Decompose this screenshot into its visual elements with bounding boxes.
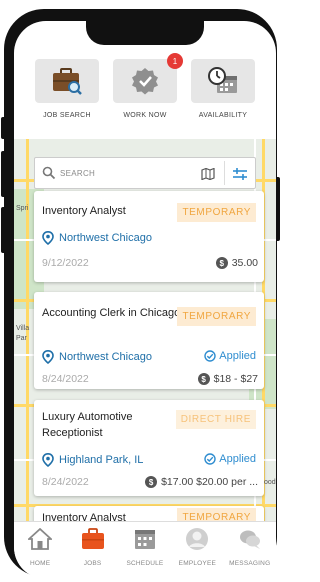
location-pin-icon [42,453,54,467]
nav-jobs[interactable]: JOBS [68,526,118,579]
job-title: Accounting Clerk in Chicago [42,307,181,319]
app-screen: JOB SEARCH 1 WORK NOW AVAILABILITY Spri … [14,21,276,579]
nav-jobs-label: JOBS [83,560,102,567]
job-type-tag: TEMPORARY [177,307,256,326]
bottom-nav: HOME JOBS SCHEDULE EMPLOYEE MESSAGING [14,521,276,579]
location-text: Northwest Chicago [59,351,152,363]
job-pay: $ 35.00 [215,257,258,269]
map-icon[interactable] [201,168,215,180]
location-text: Highland Park, IL [59,454,144,466]
home-icon [28,528,53,550]
pay-text: $17.00 $20.00 per ... [161,476,258,488]
dollar-icon: $ [215,257,228,269]
job-type-tag: TEMPORARY [177,203,256,222]
job-search-label: JOB SEARCH [43,112,91,119]
nav-schedule-label: SCHEDULE [126,560,164,567]
map-label: Spri [16,205,29,212]
work-now-label: WORK NOW [123,112,167,119]
job-card[interactable]: Inventory Analyst TEMPORARY Northwest Ch… [34,191,264,282]
map-label: Par [16,335,27,342]
nav-messaging-label: MESSAGING [229,560,271,567]
location-pin-icon [42,350,54,364]
search-input[interactable]: SEARCH [60,169,95,178]
dollar-icon: $ [145,476,158,488]
clock-calendar-icon [208,67,237,93]
job-location[interactable]: Northwest Chicago [42,350,152,364]
nav-schedule[interactable]: SCHEDULE [120,526,170,579]
phone-side-button [1,207,6,253]
dollar-icon: $ [197,373,210,385]
nav-employee-label: EMPLOYEE [178,560,217,567]
job-search-action[interactable]: JOB SEARCH [34,59,100,137]
location-pin-icon [42,231,54,245]
nav-messaging[interactable]: MESSAGING [225,526,275,579]
search-icon [42,166,56,180]
nav-home[interactable]: HOME [15,526,65,579]
applied-text: Applied [219,350,256,362]
user-avatar-icon [186,528,209,550]
search-bar[interactable]: SEARCH [34,157,256,189]
job-pay: $ $18 - $27 [197,373,258,385]
map-label: ood [264,479,276,486]
job-date: 9/12/2022 [42,257,89,269]
chat-bubbles-icon [239,530,260,549]
quick-actions: JOB SEARCH 1 WORK NOW AVAILABILITY [14,53,276,137]
availability-label: AVAILABILITY [198,112,248,119]
phone-frame: JOB SEARCH 1 WORK NOW AVAILABILITY Spri … [1,9,280,579]
availability-tile[interactable] [191,59,255,103]
job-date: 8/24/2022 [42,373,89,385]
job-title: Inventory Analyst [42,205,126,217]
work-now-tile[interactable]: 1 [113,53,183,103]
pay-text: $18 - $27 [213,373,258,385]
notification-badge: 1 [167,53,183,69]
applied-status: Applied [204,350,256,362]
calendar-icon [134,530,155,549]
availability-action[interactable]: AVAILABILITY [190,59,256,137]
pay-text: 35.00 [231,257,258,269]
job-type-tag: DIRECT HIRE [175,410,256,429]
phone-notch [86,21,204,45]
job-card[interactable]: Accounting Clerk in Chicago TEMPORARY No… [34,292,264,389]
phone-side-button [1,117,6,139]
phone-side-button [1,151,6,197]
map-label: Villa [16,325,30,332]
filter-icon[interactable] [233,168,247,180]
applied-text: Applied [219,453,256,465]
nav-home-label: HOME [30,560,51,567]
badge-check-icon [132,68,158,95]
job-date: 8/24/2022 [42,476,89,488]
briefcase-search-icon [53,68,82,95]
nav-employee[interactable]: EMPLOYEE [172,526,222,579]
job-location[interactable]: Highland Park, IL [42,453,143,467]
job-search-tile[interactable] [35,59,99,103]
applied-status: Applied [204,453,256,465]
check-circle-icon [204,453,216,465]
briefcase-icon [81,528,104,549]
work-now-action[interactable]: 1 WORK NOW [112,53,183,137]
job-pay: $ $17.00 $20.00 per ... [145,476,258,488]
job-location[interactable]: Northwest Chicago [42,231,152,245]
job-title: Luxury Automotive Receptionist [42,411,133,439]
search-divider [224,161,225,185]
job-card[interactable]: Luxury Automotive Receptionist DIRECT HI… [34,400,264,496]
check-circle-icon [204,350,216,362]
location-text: Northwest Chicago [59,232,152,244]
